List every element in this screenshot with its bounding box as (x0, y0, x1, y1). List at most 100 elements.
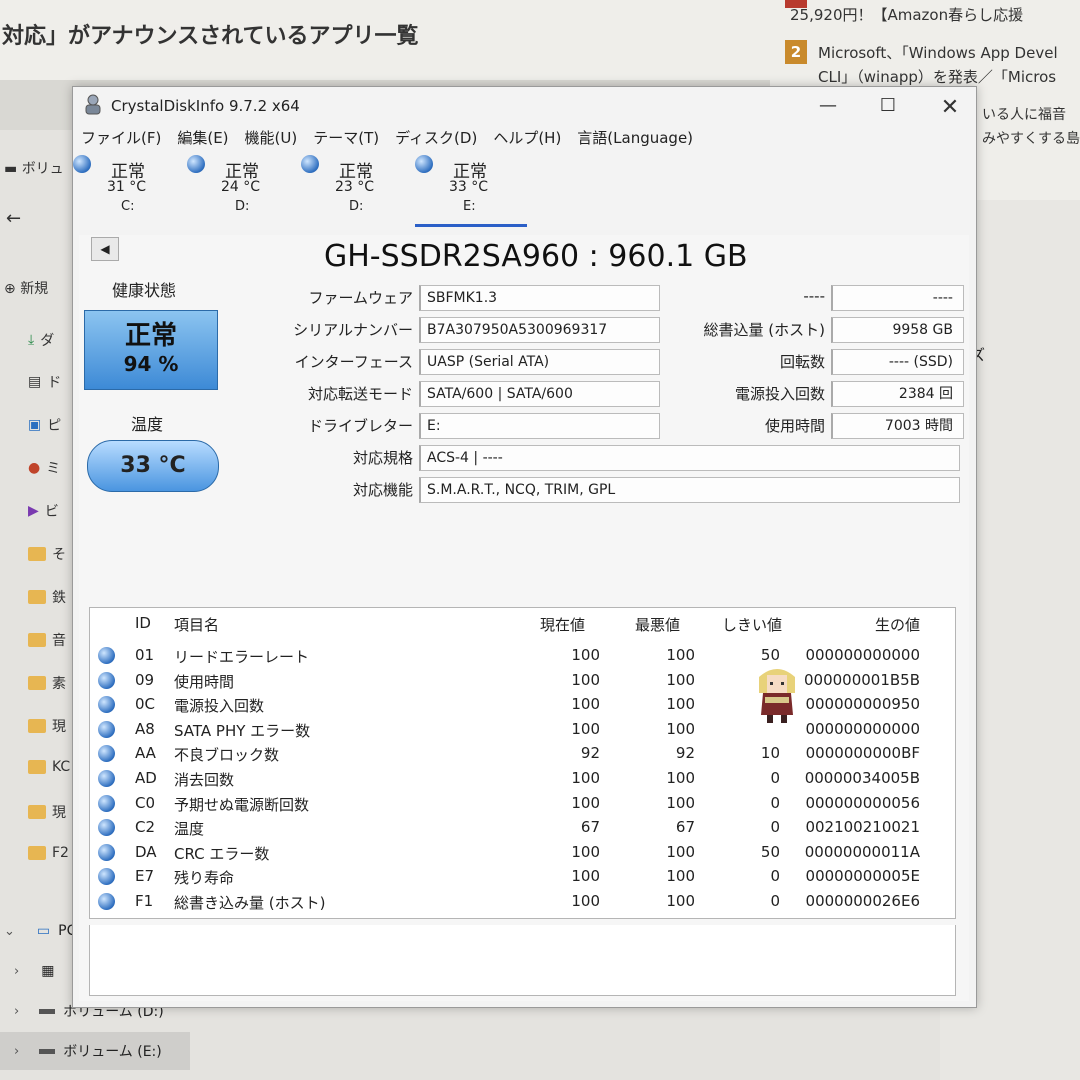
health-status: 正常 (124, 321, 177, 351)
nav-item-downloads[interactable]: ⤓ ダ (28, 330, 54, 350)
explorer-volume-tab[interactable]: ▬ ボリュ (4, 158, 64, 178)
smart-worst: 100 (666, 793, 695, 812)
nav-item-label: 素 (52, 676, 66, 692)
smart-name: SATA PHY エラー数 (174, 721, 311, 740)
menu-function[interactable]: 機能(U) (237, 127, 306, 153)
smart-name: 不良ブロック数 (174, 746, 280, 765)
smart-threshold: 0 (770, 867, 780, 886)
nav-item-music[interactable]: ● ミ (28, 458, 60, 478)
previous-disk-button[interactable]: ◀ (91, 237, 119, 261)
new-button-label: 新規 (20, 281, 49, 297)
smart-id: 0C (135, 695, 156, 714)
smart-id: C0 (135, 793, 156, 812)
disk-tab-d2[interactable]: 正常 23 °C D: (301, 153, 413, 227)
nav-folder[interactable]: 現 (28, 716, 66, 736)
minimize-button[interactable]: — (813, 95, 843, 116)
smart-row[interactable]: C2 温度 67 67 0 002100210021 (90, 816, 955, 840)
news-snippet[interactable]: いる人に福音 (982, 104, 1066, 124)
menu-help[interactable]: ヘルプ(H) (485, 127, 569, 153)
smart-id: C2 (135, 818, 156, 837)
folder-icon (28, 760, 46, 774)
interface-value: UASP (Serial ATA) (419, 349, 660, 375)
health-status-button[interactable]: 正常 94 % (84, 310, 218, 390)
smart-row[interactable]: F1 総書き込み量 (ホスト) 100 100 0 0000000026E6 (90, 890, 955, 914)
temperature-button[interactable]: 33 °C (87, 440, 219, 492)
nav-item-documents[interactable]: ▤ ド (28, 372, 61, 392)
smart-row[interactable]: E7 残り寿命 100 100 0 00000000005E (90, 865, 955, 889)
features-value: S.M.A.R.T., NCQ, TRIM, GPL (419, 477, 960, 503)
nav-folder[interactable]: 音 (28, 630, 66, 650)
nav-item-label: ド (47, 375, 62, 391)
disk-tab-e[interactable]: 正常 33 °C E: (415, 153, 527, 227)
nav-folder[interactable]: 鉄 (28, 587, 66, 607)
status-orb-icon (98, 745, 115, 763)
news-item[interactable]: 25,920円！【Amazon春らし応援 (790, 4, 1023, 25)
chevron-down-icon[interactable]: ⌄ (4, 924, 15, 939)
folder-icon (28, 633, 46, 647)
news-snippet[interactable]: みやすくする島 (982, 128, 1080, 148)
disk-tab-d1[interactable]: 正常 24 °C D: (187, 153, 299, 227)
nav-folder[interactable]: 現 (28, 802, 66, 822)
folder-icon (28, 719, 46, 733)
smart-threshold: 50 (760, 646, 780, 664)
smart-threshold: 0 (770, 818, 780, 837)
smart-name: CRC エラー数 (174, 844, 270, 863)
drive-icon (39, 1048, 56, 1054)
nav-item-pictures[interactable]: ▣ ピ (28, 415, 61, 435)
power-hours-value: 7003 時間 (831, 413, 964, 439)
nav-folder[interactable]: 素 (28, 673, 66, 693)
nav-folder[interactable]: そ (28, 544, 66, 564)
article-headline[interactable]: 対応」がアナウンスされているアプリ一覧 (2, 18, 418, 50)
smart-row[interactable]: 09 使用時間 100 100 000000001B5B (90, 669, 955, 693)
nav-folder[interactable]: F2 (28, 845, 69, 861)
title-bar[interactable]: CrystalDiskInfo 9.7.2 x64 — ☐ ✕ (73, 87, 976, 125)
host-writes-label: 総書込量 (ホスト) (703, 321, 825, 339)
chevron-right-icon[interactable]: › (14, 964, 19, 979)
windows-drive-icon: ▦ (41, 963, 55, 979)
nav-item-label: ピ (47, 418, 62, 434)
column-header-current[interactable]: 現在値 (540, 614, 585, 635)
menu-file[interactable]: ファイル(F) (73, 127, 169, 153)
window-title: CrystalDiskInfo 9.7.2 x64 (111, 97, 300, 115)
nav-item-drive-e[interactable]: › ボリューム (E:) (0, 1032, 190, 1070)
menu-edit[interactable]: 編集(E) (169, 127, 236, 153)
folder-icon (28, 590, 46, 604)
close-button[interactable]: ✕ (935, 95, 965, 120)
smart-row[interactable]: A8 SATA PHY エラー数 100 100 000000000000 (90, 718, 955, 742)
smart-id: AD (135, 769, 157, 787)
rotation-label: 回転数 (779, 353, 825, 371)
disk-tab-c[interactable]: 正常 31 °C C: (73, 153, 185, 227)
temperature-label: 温度 (131, 415, 164, 434)
nav-folder[interactable]: KC (28, 759, 70, 775)
column-header-raw[interactable]: 生の値 (875, 614, 920, 635)
smart-row[interactable]: 01 リードエラーレート 100 100 50 000000000000 (90, 644, 955, 668)
smart-worst: 100 (666, 892, 695, 910)
crystaldiskinfo-window: CrystalDiskInfo 9.7.2 x64 — ☐ ✕ ファイル(F) … (72, 86, 977, 1008)
column-header-worst[interactable]: 最悪値 (635, 614, 680, 635)
chevron-right-icon[interactable]: › (14, 1004, 19, 1019)
back-arrow-icon[interactable]: ← (6, 208, 21, 229)
menu-language[interactable]: 言語(Language) (569, 127, 701, 153)
chevron-right-icon[interactable]: › (14, 1044, 19, 1059)
column-header-name[interactable]: 項目名 (174, 614, 219, 635)
column-header-id[interactable]: ID (135, 614, 151, 632)
smart-row[interactable]: 0C 電源投入回数 100 100 000000000950 (90, 693, 955, 717)
smart-row[interactable]: AD 消去回数 100 100 0 00000034005B (90, 767, 955, 791)
new-button[interactable]: ⊕ 新規 (4, 278, 48, 298)
smart-current: 100 (571, 769, 600, 787)
menu-disk[interactable]: ディスク(D) (387, 127, 485, 153)
interface-label: インターフェース (294, 353, 413, 371)
column-header-threshold[interactable]: しきい値 (722, 614, 782, 635)
news-item[interactable]: Microsoft、「Windows App Devel (818, 42, 1058, 63)
smart-row[interactable]: DA CRC エラー数 100 100 50 00000000011A (90, 841, 955, 865)
folder-icon (28, 547, 46, 561)
nav-item-videos[interactable]: ▶ ビ (28, 501, 59, 521)
smart-row[interactable]: C0 予期せぬ電源断回数 100 100 0 000000000056 (90, 792, 955, 816)
smart-current: 67 (580, 818, 600, 837)
smart-attribute-table[interactable]: ID 項目名 現在値 最悪値 しきい値 生の値 01 リードエラーレート 100 10… (89, 607, 956, 919)
menu-theme[interactable]: テーマ(T) (305, 127, 387, 153)
news-item[interactable]: CLI」（winapp）を発表／「Micros (818, 66, 1056, 87)
maximize-button[interactable]: ☐ (873, 95, 903, 116)
smart-current: 100 (571, 867, 600, 886)
smart-row[interactable]: AA 不良ブロック数 92 92 10 0000000000BF (90, 742, 955, 766)
